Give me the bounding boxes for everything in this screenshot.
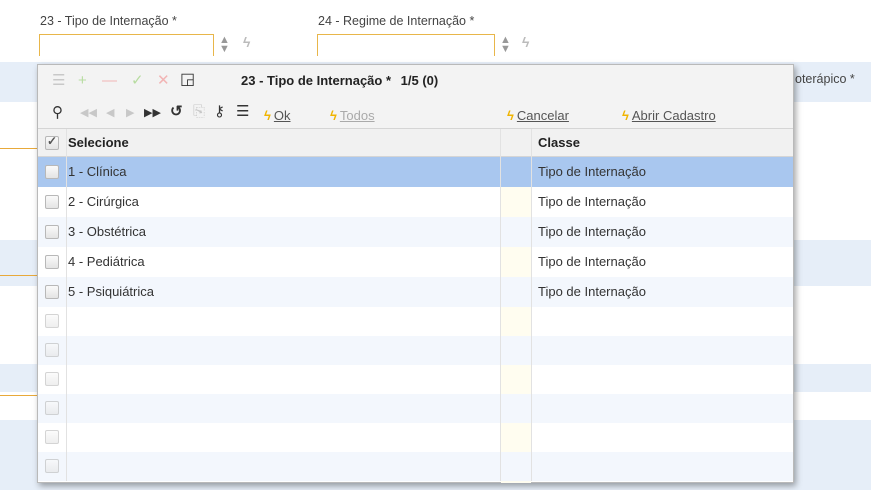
first-page-icon[interactable]: ◀◀ bbox=[80, 103, 97, 123]
abrir-cadastro-button[interactable]: ϟ Abrir Cadastro bbox=[622, 108, 716, 123]
bolt-icon[interactable]: ϟ bbox=[243, 34, 250, 50]
prev-page-icon[interactable]: ◀ bbox=[106, 103, 114, 123]
selection-popup: ☰ + — ✓ ✕ ◲ 23 - Tipo de Internação * 1/… bbox=[37, 64, 794, 483]
row-checkbox[interactable] bbox=[45, 255, 59, 269]
table-row[interactable]: 3 - Obstétrica Tipo de Internação bbox=[38, 217, 793, 247]
list-icon[interactable]: ☰ bbox=[52, 71, 65, 91]
export-icon[interactable]: ⎘ bbox=[193, 102, 205, 122]
form-divider bbox=[0, 275, 40, 276]
todos-button-label: Todos bbox=[339, 108, 375, 123]
column-divider bbox=[500, 129, 501, 481]
grid-header: Selecione Classe bbox=[38, 129, 793, 157]
row-checkbox bbox=[45, 314, 59, 328]
ok-button-label: Ok bbox=[273, 108, 291, 123]
row-classe: Tipo de Internação bbox=[538, 194, 646, 209]
field23-input[interactable] bbox=[39, 34, 214, 56]
bolt-icon: ϟ bbox=[622, 108, 629, 123]
table-row[interactable]: 2 - Cirúrgica Tipo de Internação bbox=[38, 187, 793, 217]
empty-row bbox=[38, 394, 793, 423]
ok-button[interactable]: ϟ Ok bbox=[264, 108, 291, 123]
row-label: 5 - Psiquiátrica bbox=[68, 284, 154, 299]
row-label: 4 - Pediátrica bbox=[68, 254, 145, 269]
cancel-icon[interactable]: ✕ bbox=[157, 71, 170, 91]
next-page-icon[interactable]: ▶ bbox=[126, 103, 134, 123]
popup-title-text: 23 - Tipo de Internação * bbox=[241, 73, 392, 88]
todos-button[interactable]: ϟ Todos bbox=[330, 108, 375, 123]
row-checkbox bbox=[45, 430, 59, 444]
key-icon[interactable]: ⚷ bbox=[214, 102, 225, 122]
bolt-icon: ϟ bbox=[507, 108, 514, 123]
columns-icon[interactable]: ☰ bbox=[236, 102, 249, 122]
row-classe: Tipo de Internação bbox=[538, 164, 646, 179]
row-checkbox[interactable] bbox=[45, 285, 59, 299]
search-icon[interactable]: ⚲ bbox=[52, 103, 63, 123]
bolt-icon[interactable]: ϟ bbox=[522, 34, 529, 50]
form-divider bbox=[0, 148, 40, 149]
empty-row bbox=[38, 307, 793, 336]
field-label-cut: oterápico * bbox=[795, 72, 855, 86]
refresh-icon[interactable]: ↺ bbox=[170, 102, 183, 122]
table-row[interactable]: 5 - Psiquiátrica Tipo de Internação bbox=[38, 277, 793, 307]
row-checkbox bbox=[45, 343, 59, 357]
row-checkbox[interactable] bbox=[45, 225, 59, 239]
field24-spinner[interactable]: ▲ ▼ bbox=[500, 35, 511, 55]
table-row[interactable]: 1 - Clínica Tipo de Internação bbox=[38, 157, 793, 187]
field23-spinner[interactable]: ▲ ▼ bbox=[219, 35, 230, 55]
row-classe: Tipo de Internação bbox=[538, 284, 646, 299]
confirm-icon[interactable]: ✓ bbox=[131, 71, 144, 91]
column-header-classe[interactable]: Classe bbox=[538, 129, 580, 156]
cancelar-button[interactable]: ϟ Cancelar bbox=[507, 108, 569, 123]
select-all-checkbox[interactable] bbox=[45, 134, 59, 150]
last-page-icon[interactable]: ▶▶ bbox=[144, 103, 161, 123]
popup-title: 23 - Tipo de Internação * 1/5 (0) bbox=[241, 73, 438, 88]
field24-label: 24 - Regime de Internação * bbox=[318, 14, 475, 28]
empty-row bbox=[38, 452, 793, 481]
row-checkbox[interactable] bbox=[45, 195, 59, 209]
cancelar-button-label: Cancelar bbox=[516, 108, 569, 123]
row-classe: Tipo de Internação bbox=[538, 224, 646, 239]
remove-icon[interactable]: — bbox=[102, 71, 117, 91]
row-classe: Tipo de Internação bbox=[538, 254, 646, 269]
field23-label: 23 - Tipo de Internação * bbox=[40, 14, 177, 28]
row-checkbox[interactable] bbox=[45, 165, 59, 179]
table-row[interactable]: 4 - Pediátrica Tipo de Internação bbox=[38, 247, 793, 277]
popup-toolbar: ☰ + — ✓ ✕ ◲ 23 - Tipo de Internação * 1/… bbox=[38, 65, 793, 129]
column-divider bbox=[66, 129, 67, 481]
row-label: 2 - Cirúrgica bbox=[68, 194, 139, 209]
row-checkbox bbox=[45, 459, 59, 473]
empty-row bbox=[38, 365, 793, 394]
bolt-icon: ϟ bbox=[264, 108, 271, 123]
column-divider bbox=[531, 129, 532, 481]
row-label: 3 - Obstétrica bbox=[68, 224, 147, 239]
empty-row bbox=[38, 336, 793, 365]
form-divider bbox=[0, 395, 40, 396]
row-checkbox bbox=[45, 372, 59, 386]
empty-row bbox=[38, 423, 793, 452]
popup-icon[interactable]: ◲ bbox=[180, 70, 195, 90]
row-checkbox bbox=[45, 401, 59, 415]
bolt-icon: ϟ bbox=[330, 108, 337, 123]
row-label: 1 - Clínica bbox=[68, 164, 127, 179]
add-icon[interactable]: + bbox=[78, 71, 87, 91]
column-header-selecione[interactable]: Selecione bbox=[68, 129, 129, 156]
popup-record-count: 1/5 (0) bbox=[400, 73, 439, 88]
field24-input[interactable] bbox=[317, 34, 495, 56]
abrir-cadastro-button-label: Abrir Cadastro bbox=[631, 108, 716, 123]
